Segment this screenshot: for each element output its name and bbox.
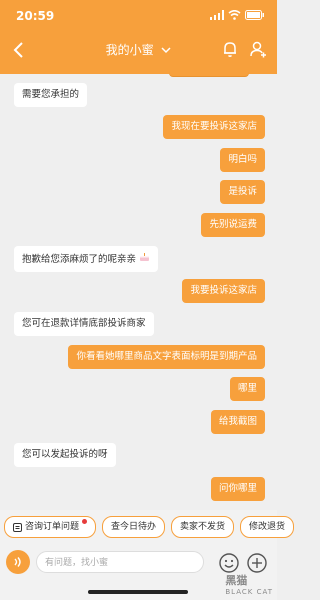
- plus-icon[interactable]: [246, 552, 268, 574]
- nav-bar: 我的小蜜: [0, 38, 277, 62]
- chat-message: 你看看她哪里商品文字表面标明是到期产品: [68, 345, 265, 369]
- bottom-panel: 咨询订单问题 查今日待办 卖家不发货 修改退货 有问题，找小蜜 黑猫 BLACK…: [0, 510, 295, 600]
- bell-icon[interactable]: [221, 40, 239, 58]
- chat-message: 抱歉给您添麻烦了的呢亲亲: [14, 246, 159, 272]
- chat-message: 问你哪里: [210, 477, 265, 501]
- watermark: 黑猫 BLACK CAT: [225, 572, 273, 596]
- signal-icon: [210, 10, 224, 20]
- chevron-down-icon: [161, 46, 171, 57]
- chat-message: 哪里: [229, 377, 265, 401]
- chat-area[interactable]: 需要您承担的 我现在要投诉这家店 明白吗 是投诉 先别说运费 抱歉给您添麻烦了的…: [0, 74, 277, 514]
- chat-message-text: 抱歉给您添麻烦了的呢亲亲: [22, 254, 137, 265]
- chat-message: 您可在退款详情底部投诉商家: [14, 312, 154, 336]
- quick-action-no-shipping[interactable]: 卖家不发货: [171, 516, 235, 538]
- chat-message: 先别说运费: [201, 213, 265, 237]
- cake-emoji-icon: [139, 253, 150, 265]
- chat-message: 我要投诉这家店: [182, 279, 265, 303]
- chat-message: 我现在要投诉这家店: [163, 115, 265, 139]
- quick-action-return[interactable]: 修改退货: [240, 516, 295, 538]
- status-time: 20:59: [16, 9, 55, 23]
- message-input[interactable]: 有问题，找小蜜: [36, 551, 204, 573]
- quick-actions: 咨询订单问题 查今日待办 卖家不发货 修改退货: [4, 516, 295, 538]
- status-bar: 20:59: [16, 9, 265, 23]
- status-icons: [210, 10, 265, 20]
- quick-action-order[interactable]: 咨询订单问题: [4, 516, 97, 538]
- chat-message: 给我截图: [210, 410, 265, 434]
- order-icon: [13, 522, 22, 532]
- chat-message: 明白吗: [220, 148, 265, 172]
- home-indicator[interactable]: [88, 590, 188, 594]
- quick-action-label: 修改退货: [249, 522, 286, 532]
- voice-icon: [14, 557, 21, 567]
- emoji-icon[interactable]: [218, 552, 240, 574]
- quick-action-label: 卖家不发货: [180, 522, 226, 532]
- notification-dot: [82, 518, 88, 524]
- quick-action-label: 咨询订单问题: [25, 522, 80, 532]
- quick-action-label: 查今日待办: [111, 522, 157, 532]
- battery-icon: [245, 10, 264, 20]
- chat-message: 您可以发起投诉的呀: [14, 443, 116, 467]
- voice-button[interactable]: [6, 550, 30, 574]
- user-icon[interactable]: [249, 40, 267, 58]
- watermark-main: 黑猫: [225, 574, 248, 587]
- watermark-sub: BLACK CAT: [225, 588, 273, 596]
- chat-message: 需要您承担的: [14, 83, 88, 107]
- page-title-text: 我的小蜜: [105, 43, 154, 57]
- quick-action-todo[interactable]: 查今日待办: [102, 516, 166, 538]
- app-header: 20:59 我的小蜜: [0, 0, 277, 76]
- wifi-icon: [228, 10, 241, 20]
- chat-message: 是投诉: [220, 180, 265, 204]
